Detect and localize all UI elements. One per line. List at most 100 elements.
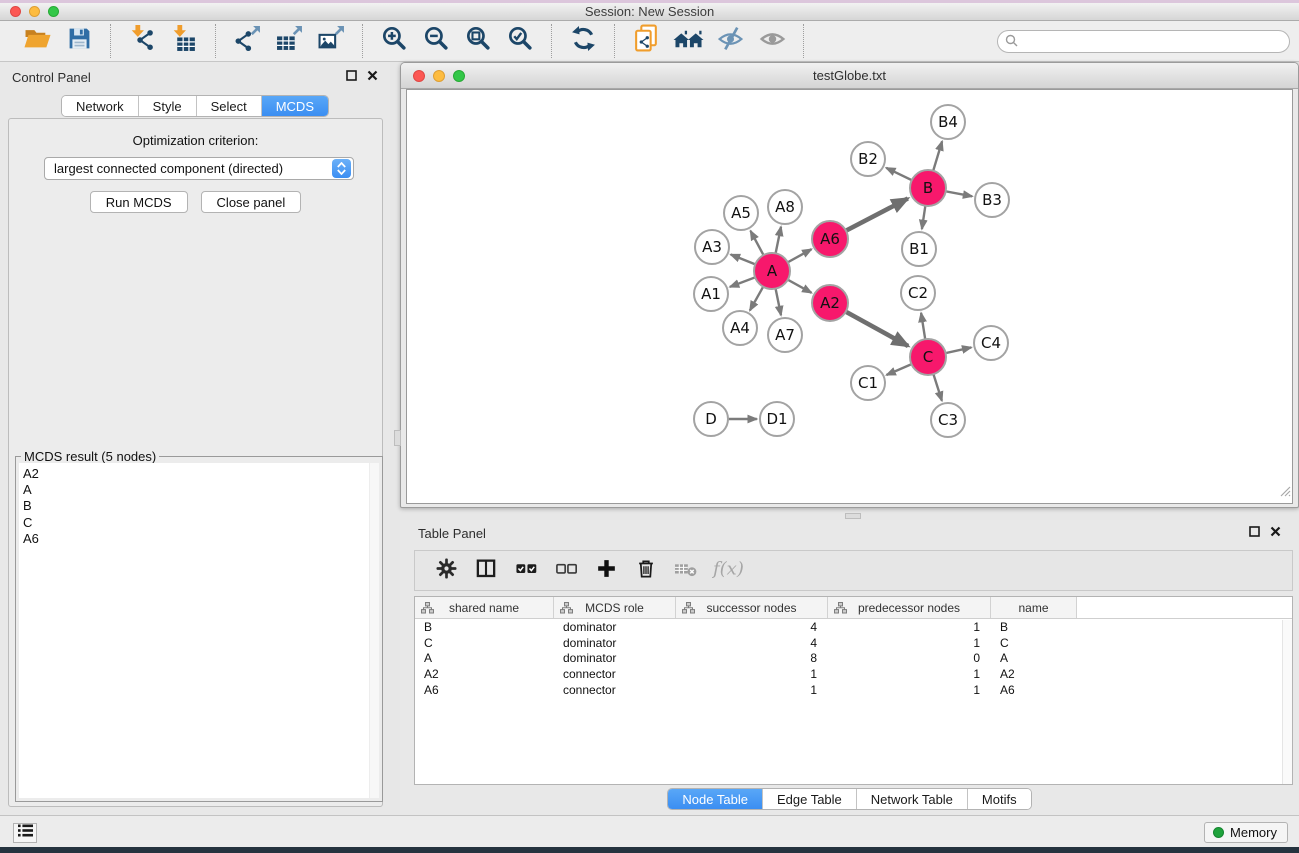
column-header-predecessor-nodes[interactable]: predecessor nodes [828, 597, 991, 618]
horizontal-splitter-handle[interactable] [845, 513, 861, 519]
graph-node-D[interactable]: D [694, 402, 728, 436]
mcds-list-scrollbar[interactable] [369, 463, 379, 798]
criterion-dropdown[interactable]: largest connected component (directed) [44, 157, 354, 180]
search-input[interactable] [997, 30, 1290, 53]
graph-node-B[interactable]: B [910, 170, 946, 206]
table-settings-button[interactable] [433, 556, 459, 586]
export-image-button[interactable] [310, 24, 352, 58]
network-window-title: testGlobe.txt [401, 68, 1298, 83]
graph-node-A1[interactable]: A1 [694, 277, 728, 311]
open-session-button[interactable] [16, 24, 58, 58]
graph-node-A[interactable]: A [754, 253, 790, 289]
save-icon [67, 26, 92, 56]
save-session-button[interactable] [58, 24, 100, 58]
zoom-in-button[interactable] [373, 24, 415, 58]
mcds-result-item[interactable]: A2 [19, 466, 379, 482]
graph-node-C4[interactable]: C4 [974, 326, 1008, 360]
graph-node-A3[interactable]: A3 [695, 230, 729, 264]
tab-style[interactable]: Style [139, 96, 197, 116]
delete-table-button [673, 556, 699, 586]
graph-node-B3[interactable]: B3 [975, 183, 1009, 217]
table-row[interactable]: Cdominator41C [415, 635, 1292, 651]
mcds-result-item[interactable]: C [19, 515, 379, 531]
clone-network-button[interactable] [625, 24, 667, 58]
zoom-fit-button[interactable] [457, 24, 499, 58]
create-column-button[interactable] [593, 556, 619, 586]
select-all-columns-button[interactable] [513, 556, 539, 586]
graph-node-A7[interactable]: A7 [768, 318, 802, 352]
delete-column-button[interactable] [633, 556, 659, 586]
network-canvas[interactable]: B4 B2 B B3 A8 A5 A6 A3 B1 A [406, 89, 1293, 504]
mcds-result-item[interactable]: B [19, 498, 379, 514]
table-cell: dominator [554, 620, 676, 634]
tab-node-table[interactable]: Node Table [668, 789, 763, 809]
graph-node-C3[interactable]: C3 [931, 403, 965, 437]
vertical-splitter-handle[interactable] [394, 430, 401, 446]
function-builder-button: f(x) [713, 556, 747, 586]
column-header-successor-nodes[interactable]: successor nodes [676, 597, 828, 618]
float-table-panel-icon[interactable] [1249, 524, 1260, 542]
export-table-button[interactable] [268, 24, 310, 58]
graph-node-B1[interactable]: B1 [902, 232, 936, 266]
tab-motifs[interactable]: Motifs [968, 789, 1031, 809]
graph-node-A4[interactable]: A4 [723, 311, 757, 345]
column-header-MCDS-role[interactable]: MCDS role [554, 597, 676, 618]
table-cell: A2 [991, 667, 1077, 681]
graph-node-D1[interactable]: D1 [760, 402, 794, 436]
zoom-selected-button[interactable] [499, 24, 541, 58]
hide-panel-button[interactable] [709, 24, 751, 58]
show-column-panel-button[interactable] [473, 556, 499, 586]
mcds-result-item[interactable]: A6 [19, 531, 379, 547]
column-header-shared-name[interactable]: shared name [415, 597, 554, 618]
task-history-button[interactable] [13, 823, 37, 843]
table-cell: 4 [676, 620, 828, 634]
tree-icon [421, 602, 434, 617]
tree-icon [560, 602, 573, 617]
tab-network-table[interactable]: Network Table [857, 789, 968, 809]
table-row[interactable]: Adominator80A [415, 651, 1292, 667]
tab-select[interactable]: Select [197, 96, 262, 116]
refresh-layout-button[interactable] [562, 24, 604, 58]
float-panel-icon[interactable] [346, 68, 357, 86]
run-mcds-button[interactable]: Run MCDS [90, 191, 188, 213]
network-window-titlebar[interactable]: testGlobe.txt [401, 63, 1298, 89]
close-table-panel-icon[interactable] [1270, 524, 1281, 542]
memory-button[interactable]: Memory [1204, 822, 1288, 843]
graph-node-A5[interactable]: A5 [724, 196, 758, 230]
graph-node-C2[interactable]: C2 [901, 276, 935, 310]
import-network-button[interactable] [121, 24, 163, 58]
toolbar-group [552, 24, 615, 58]
graph-node-A6[interactable]: A6 [812, 221, 848, 257]
window-resize-grip[interactable] [1278, 484, 1291, 502]
table-row[interactable]: A2connector11A2 [415, 666, 1292, 682]
mcds-result-item[interactable]: A [19, 482, 379, 498]
home-button[interactable] [667, 24, 709, 58]
export-network-button[interactable] [226, 24, 268, 58]
table-row[interactable]: Bdominator41B [415, 619, 1292, 635]
table-row[interactable]: A6connector11A6 [415, 682, 1292, 698]
graph-node-A2[interactable]: A2 [812, 285, 848, 321]
table-tabs: Node TableEdge TableNetwork TableMotifs [400, 788, 1299, 810]
graph-node-C1[interactable]: C1 [851, 366, 885, 400]
close-panel-button[interactable]: Close panel [201, 191, 302, 213]
graph-node-A8[interactable]: A8 [768, 190, 802, 224]
tree-icon [834, 602, 847, 617]
plus-icon [595, 557, 618, 585]
graph-node-B2[interactable]: B2 [851, 142, 885, 176]
optimization-criterion-label: Optimization criterion: [9, 133, 382, 148]
unselect-all-columns-button[interactable] [553, 556, 579, 586]
column-header-name[interactable]: name [991, 597, 1077, 618]
tab-edge-table[interactable]: Edge Table [763, 789, 857, 809]
tab-mcds[interactable]: MCDS [262, 96, 328, 116]
tab-network[interactable]: Network [62, 96, 139, 116]
zoom-out-button[interactable] [415, 24, 457, 58]
table-panel-header: Table Panel [400, 520, 1299, 546]
copy-network-icon [633, 24, 660, 58]
graph-node-B4[interactable]: B4 [931, 105, 965, 139]
show-panel-button[interactable] [751, 24, 793, 58]
graph-node-C[interactable]: C [910, 339, 946, 375]
close-panel-icon[interactable] [367, 68, 378, 86]
import-table-button[interactable] [163, 24, 205, 58]
table-cell: 4 [676, 636, 828, 650]
table-scrollbar[interactable] [1282, 620, 1292, 784]
